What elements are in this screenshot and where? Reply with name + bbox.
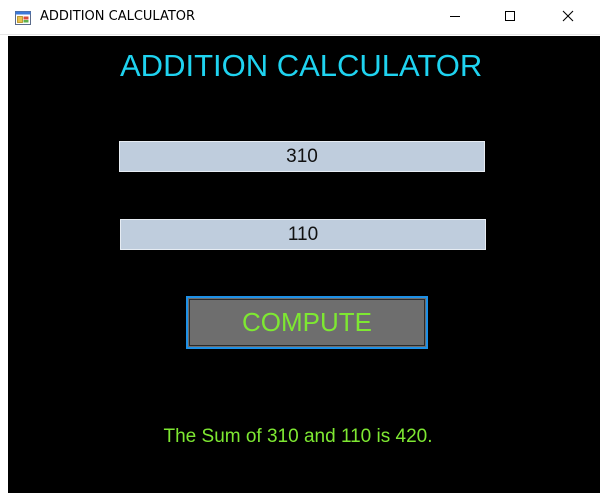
first-number-field[interactable] xyxy=(119,141,485,172)
minimize-icon xyxy=(449,9,461,27)
window-left-edge xyxy=(0,36,8,493)
app-form-icon xyxy=(15,9,32,26)
title-bar[interactable]: ADDITION CALCULATOR xyxy=(0,0,600,35)
page-title: ADDITION CALCULATOR xyxy=(120,48,483,83)
result-label: The Sum of 310 and 110 is 420. xyxy=(163,426,433,447)
app-window: ADDITION CALCULATOR ADDITION CALCULATOR … xyxy=(0,0,600,493)
maximize-icon xyxy=(504,9,516,27)
form-client-area: ADDITION CALCULATOR COMPUTE The Sum of 3… xyxy=(8,36,600,493)
close-icon xyxy=(562,9,574,27)
minimize-button[interactable] xyxy=(432,0,478,35)
compute-button[interactable]: COMPUTE xyxy=(186,296,428,349)
close-button[interactable] xyxy=(545,0,591,35)
compute-button-label: COMPUTE xyxy=(242,307,372,337)
second-number-field[interactable] xyxy=(120,219,486,250)
window-title: ADDITION CALCULATOR xyxy=(40,9,196,24)
maximize-button[interactable] xyxy=(487,0,533,35)
